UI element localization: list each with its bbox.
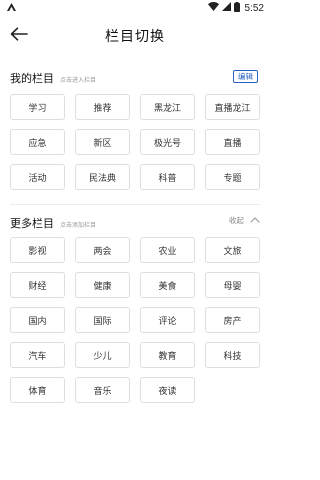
back-button[interactable] xyxy=(8,24,30,46)
more-channels-title: 更多栏目 xyxy=(10,217,54,230)
chevron-up-icon xyxy=(250,216,260,225)
more-channel-chip[interactable]: 科技 xyxy=(205,342,260,368)
my-channel-chip[interactable]: 极光号 xyxy=(140,129,195,155)
my-channel-chip[interactable]: 活动 xyxy=(10,164,65,190)
signal-icon xyxy=(221,2,231,14)
more-channel-chip[interactable]: 体育 xyxy=(10,377,65,403)
status-bar: 5:52 xyxy=(0,0,270,16)
more-channel-chip[interactable]: 母婴 xyxy=(205,272,260,298)
more-channels-hint: 点击添加栏目 xyxy=(60,222,97,229)
my-channels-hint: 点击进入栏目 xyxy=(60,77,97,84)
more-channel-chip[interactable]: 评论 xyxy=(140,307,195,333)
page-title: 栏目切换 xyxy=(105,29,165,45)
wifi-icon xyxy=(207,2,219,14)
more-channel-chip[interactable]: 两会 xyxy=(75,237,130,263)
my-channels-header: 我的栏目 点击进入栏目 编辑 xyxy=(0,70,270,88)
more-channel-chip[interactable]: 文旅 xyxy=(205,237,260,263)
my-channel-chip[interactable]: 学习 xyxy=(10,94,65,120)
arrow-left-icon xyxy=(10,26,28,45)
my-channel-chip[interactable]: 民法典 xyxy=(75,164,130,190)
battery-icon xyxy=(233,1,240,15)
more-channel-chip[interactable]: 房产 xyxy=(205,307,260,333)
my-channel-chip[interactable]: 直播 xyxy=(205,129,260,155)
my-channel-chip[interactable]: 新区 xyxy=(75,129,130,155)
more-channel-chip[interactable]: 美食 xyxy=(140,272,195,298)
status-time: 5:52 xyxy=(244,2,264,14)
more-channels-grid: 影视 两会 农业 文旅财经 健康 美食 母婴国内 国际 评论 房产汽车 少儿 教育 科技体育 音乐 夜读 xyxy=(0,237,270,403)
more-channel-chip[interactable]: 财经 xyxy=(10,272,65,298)
more-channel-chip[interactable]: 音乐 xyxy=(75,377,130,403)
more-channel-chip[interactable]: 少儿 xyxy=(75,342,130,368)
my-channels-title: 我的栏目 xyxy=(10,72,54,85)
more-channel-chip[interactable]: 汽车 xyxy=(10,342,65,368)
more-channel-chip[interactable]: 国内 xyxy=(10,307,65,333)
more-channels-header: 更多栏目 点击添加栏目 收起 xyxy=(0,215,270,231)
collapse-button[interactable]: 收起 xyxy=(229,215,260,226)
my-channel-chip[interactable]: 科普 xyxy=(140,164,195,190)
more-channel-chip[interactable]: 健康 xyxy=(75,272,130,298)
more-channel-chip[interactable]: 国际 xyxy=(75,307,130,333)
more-channel-chip[interactable]: 夜读 xyxy=(140,377,195,403)
header: 栏目切换 xyxy=(0,16,270,56)
more-channel-chip[interactable]: 教育 xyxy=(140,342,195,368)
my-channel-chip[interactable]: 专题 xyxy=(205,164,260,190)
more-channel-chip[interactable]: 影视 xyxy=(10,237,65,263)
my-channels-grid: 学习 推荐 黑龙江 直播龙江应急 新区 极光号 直播活动 民法典 科普 专题 xyxy=(0,94,270,190)
edit-button[interactable]: 编辑 xyxy=(233,70,258,83)
my-channel-chip[interactable]: 应急 xyxy=(10,129,65,155)
more-channel-chip[interactable]: 农业 xyxy=(140,237,195,263)
my-channel-chip[interactable]: 黑龙江 xyxy=(140,94,195,120)
status-icons: 5:52 xyxy=(207,1,264,15)
collapse-label: 收起 xyxy=(229,216,244,225)
my-channel-chip[interactable]: 推荐 xyxy=(75,94,130,120)
my-channel-chip[interactable]: 直播龙江 xyxy=(205,94,260,120)
app-logo-icon xyxy=(7,2,16,14)
